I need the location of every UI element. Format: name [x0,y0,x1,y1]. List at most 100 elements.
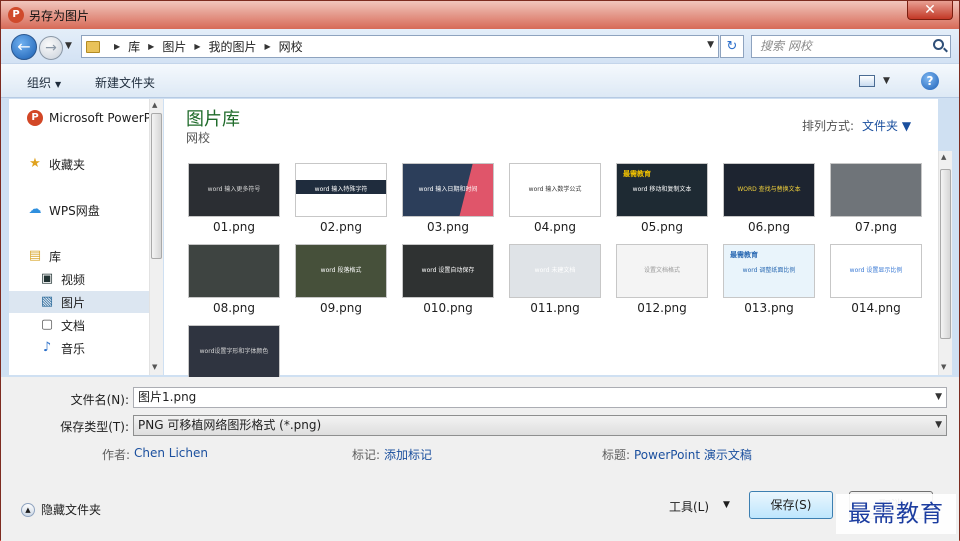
file-thumbnail[interactable]: WORD 查找与替换文本 [723,163,815,217]
breadcrumb: ▶ 库 ▶ 图片 ▶ 我的图片 ▶ 网校 [106,38,303,55]
save-type-dropdown-icon[interactable]: ▼ [935,416,942,435]
ppt-icon: P [27,110,43,126]
forward-button[interactable]: → [39,36,63,60]
file-name[interactable]: 03.png [398,220,498,234]
file-thumbnail[interactable]: word设置字形和字体颜色 [188,325,280,379]
refresh-button[interactable]: ↻ [720,35,744,58]
tools-dropdown-icon[interactable]: ▼ [723,500,730,510]
nav-item-3[interactable]: ▤ 库 [9,245,149,267]
file-thumbnail[interactable] [830,163,922,217]
filename-field[interactable]: 图片1.png ▼ [133,387,947,408]
save-type-select[interactable]: PNG 可移植网络图形格式 (*.png) ▼ [133,415,947,436]
organize-button[interactable]: 组织 ▼ [27,74,61,91]
file-name[interactable]: 012.png [612,301,712,315]
library-subtitle: 网校 [186,131,211,145]
nav-item-label: 文档 [61,318,86,333]
tools-button[interactable]: 工具(L) [669,498,709,515]
breadcrumb-separator-icon[interactable]: ▶ [194,42,200,51]
nav-item-6[interactable]: ▢ 文档 [9,314,149,336]
close-button[interactable]: ✕ [907,1,953,20]
arrange-by-dropdown[interactable]: 文件夹 ▼ [862,119,911,133]
address-bar-area: ← → ▼ ▶ 库 ▶ 图片 ▶ 我的图片 ▶ 网校 ▼ ↻ 搜索 网校 [1,29,959,63]
thumbnail-text: word 移动和复制文本 [632,186,692,193]
breadcrumb-item[interactable]: 网校 [279,38,303,55]
scroll-up-icon[interactable]: ▲ [941,153,946,161]
file-thumbnail[interactable]: word 设置显示比例 [830,244,922,298]
hide-folders-button[interactable]: ▲ 隐藏文件夹 [21,501,101,518]
nav-item-7[interactable]: ♪ 音乐 [9,337,149,359]
help-icon[interactable]: ? [921,72,939,90]
cloud-icon: ☁ [28,202,42,217]
save-button[interactable]: 保存(S) [749,491,833,519]
file-name[interactable]: 07.png [826,220,926,234]
thumbnail-text: word设置字形和字体颜色 [199,348,269,355]
add-tags-link[interactable]: 添加标记 [384,446,432,463]
thumbnail-text: 设置文档格式 [643,267,680,274]
scroll-up-icon[interactable]: ▲ [152,101,157,109]
tags-label: 标记: [352,448,381,462]
view-options-icon[interactable] [859,75,875,87]
file-thumbnail[interactable]: word 段落格式 [295,244,387,298]
navigation-scrollbar[interactable]: ▲ ▼ [149,99,163,375]
file-name[interactable]: 013.png [719,301,819,315]
save-type-label: 保存类型(T): [60,420,129,434]
file-thumbnail[interactable]: 设置文档格式 [616,244,708,298]
nav-item-1[interactable]: ★ 收藏夹 [9,153,149,175]
breadcrumb-separator-icon[interactable]: ▶ [265,42,271,51]
file-thumbnail[interactable] [188,244,280,298]
file-thumbnail[interactable]: 最需教育 word 移动和复制文本 [616,163,708,217]
breadcrumb-separator-icon[interactable]: ▶ [148,42,154,51]
author-value[interactable]: Chen Lichen [134,446,208,460]
breadcrumb-item[interactable]: 图片 [162,38,186,55]
file-name[interactable]: 011.png [505,301,605,315]
breadcrumb-item[interactable]: 库 [128,38,140,55]
save-form: 文件名(N): 图片1.png ▼ 保存类型(T): PNG 可移植网络图形格式 … [1,377,959,541]
navigation-scroll-thumb[interactable] [151,113,162,259]
file-name[interactable]: 05.png [612,220,712,234]
star-icon: ★ [29,156,41,171]
file-thumbnail[interactable]: word 设置自动保存 [402,244,494,298]
file-thumbnail[interactable]: word 输入数学公式 [509,163,601,217]
thumbnail-heading: 最需教育 [730,251,758,259]
nav-item-5[interactable]: ▧ 图片 [9,291,149,313]
document-icon: ▢ [40,317,54,332]
recent-locations-dropdown[interactable]: ▼ [65,41,72,51]
search-icon[interactable] [933,39,944,50]
new-folder-button[interactable]: 新建文件夹 [95,74,155,91]
scroll-down-icon[interactable]: ▼ [152,363,157,371]
nav-item-4[interactable]: ▣ 视频 [9,268,149,290]
search-input[interactable]: 搜索 网校 [751,35,951,58]
address-box[interactable]: ▶ 库 ▶ 图片 ▶ 我的图片 ▶ 网校 ▼ [81,35,719,58]
file-name[interactable]: 014.png [826,301,926,315]
file-name[interactable]: 04.png [505,220,605,234]
file-thumbnail[interactable]: word 未建文档 [509,244,601,298]
address-dropdown-icon[interactable]: ▼ [707,40,714,50]
library-icon: ▤ [28,248,42,263]
file-thumbnail[interactable]: word 输入特殊字符 [295,163,387,217]
nav-item-label: 库 [49,249,62,264]
title-value[interactable]: PowerPoint 演示文稿 [634,446,752,463]
file-name[interactable]: 02.png [291,220,391,234]
file-list-scrollbar[interactable]: ▲ ▼ [938,151,952,375]
breadcrumb-item[interactable]: 我的图片 [209,38,257,55]
file-thumbnail[interactable]: word 输入更多符号 [188,163,280,217]
breadcrumb-separator-icon[interactable]: ▶ [114,42,120,51]
nav-item-label: 图片 [61,295,86,310]
file-name[interactable]: 09.png [291,301,391,315]
save-as-dialog: P 另存为图片 ✕ ← → ▼ ▶ 库 ▶ 图片 ▶ 我的图片 ▶ 网校 ▼ ↻ 搜索 网校 … [0,0,960,541]
filename-dropdown-icon[interactable]: ▼ [935,388,942,407]
nav-item-label: Microsoft PowerPoint [49,111,149,125]
file-list-pane: 图片库 网校 排列方式: 文件夹 ▼ word 输入更多符号 01.png word … [164,99,938,379]
scroll-down-icon[interactable]: ▼ [941,363,946,371]
file-thumbnail[interactable]: word 输入日期和时间 [402,163,494,217]
nav-item-2[interactable]: ☁ WPS网盘 [9,199,149,221]
file-name[interactable]: 06.png [719,220,819,234]
nav-item-0[interactable]: P Microsoft PowerPoint [9,107,149,129]
file-list-scroll-thumb[interactable] [940,169,951,339]
file-thumbnail[interactable]: 最需教育 word 调整纸面比例 [723,244,815,298]
back-button[interactable]: ← [11,34,37,60]
file-name[interactable]: 010.png [398,301,498,315]
view-dropdown-icon[interactable]: ▼ [883,76,890,86]
file-name[interactable]: 01.png [184,220,284,234]
file-name[interactable]: 08.png [184,301,284,315]
